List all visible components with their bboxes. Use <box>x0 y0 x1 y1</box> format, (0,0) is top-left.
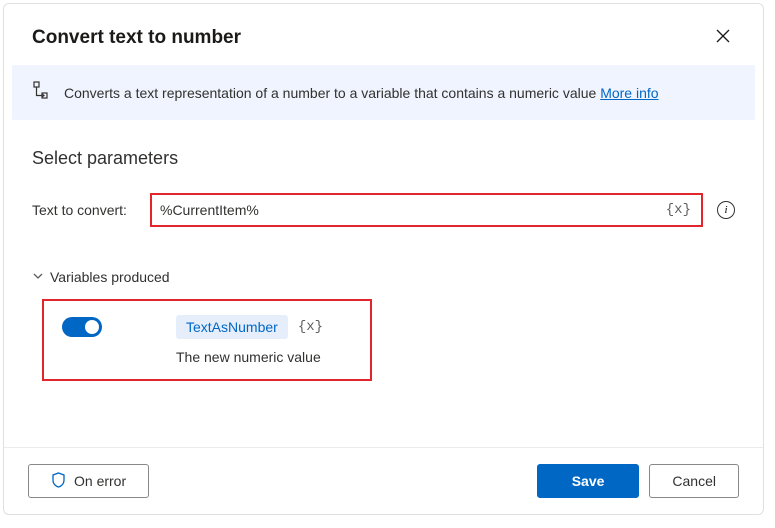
more-info-link[interactable]: More info <box>600 85 658 101</box>
text-to-convert-row: Text to convert: {x} i <box>32 193 735 227</box>
on-error-button[interactable]: On error <box>28 464 149 498</box>
variables-produced-section: Variables produced TextAsNumber {x} The … <box>32 269 735 381</box>
footer-actions: Save Cancel <box>537 464 739 498</box>
variables-produced-label: Variables produced <box>50 269 170 285</box>
info-icon[interactable]: i <box>717 201 735 219</box>
banner-description: Converts a text representation of a numb… <box>64 85 600 101</box>
variable-enable-toggle[interactable] <box>62 317 102 337</box>
on-error-label: On error <box>74 473 126 489</box>
cancel-button[interactable]: Cancel <box>649 464 739 498</box>
variable-token-icon: {x} <box>296 319 325 335</box>
shield-icon <box>51 472 66 491</box>
variables-produced-toggle[interactable]: Variables produced <box>32 269 735 285</box>
text-to-convert-input-wrap: {x} <box>150 193 703 227</box>
banner-text: Converts a text representation of a numb… <box>64 85 659 101</box>
text-to-convert-input[interactable] <box>160 202 664 218</box>
dialog-footer: On error Save Cancel <box>4 447 763 514</box>
convert-icon <box>32 81 50 104</box>
variable-name-group: TextAsNumber {x} <box>176 315 325 339</box>
content-area: Select parameters Text to convert: {x} i… <box>4 120 763 447</box>
info-banner: Converts a text representation of a numb… <box>12 65 755 120</box>
parameters-section-title: Select parameters <box>32 148 735 169</box>
variable-name-chip[interactable]: TextAsNumber <box>176 315 288 339</box>
chevron-down-icon <box>32 269 44 285</box>
variable-description: The new numeric value <box>176 349 352 365</box>
variable-row: TextAsNumber {x} <box>62 315 352 339</box>
close-icon <box>715 28 731 44</box>
dialog: Convert text to number Converts a text r… <box>3 3 764 515</box>
variable-picker-icon[interactable]: {x} <box>664 202 693 218</box>
dialog-title: Convert text to number <box>32 27 241 49</box>
variable-output-box: TextAsNumber {x} The new numeric value <box>42 299 372 381</box>
close-button[interactable] <box>711 24 735 51</box>
dialog-header: Convert text to number <box>4 4 763 65</box>
save-button[interactable]: Save <box>537 464 640 498</box>
text-to-convert-label: Text to convert: <box>32 202 142 218</box>
